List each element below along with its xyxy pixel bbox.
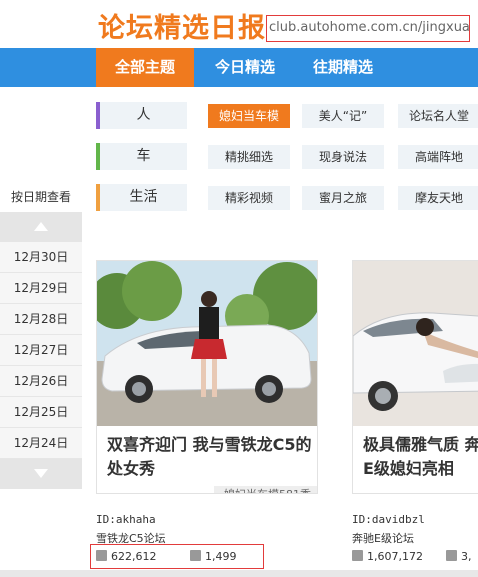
post-card[interactable]: 极具儒雅气质 奔驰E级媳妇亮相 <box>352 260 478 494</box>
date-scroll-down-button[interactable] <box>0 459 82 489</box>
forum-link[interactable]: 奔驰E级论坛 <box>352 530 414 546</box>
tag-honeymoon[interactable]: 蜜月之旅 <box>302 186 384 210</box>
category-life[interactable]: 生活 <box>100 184 187 211</box>
comment-icon <box>446 550 457 561</box>
category-car[interactable]: 车 <box>100 143 187 170</box>
date-item[interactable]: 12月28日 <box>0 304 82 335</box>
tag-wife-model[interactable]: 媳妇当车模 <box>208 104 290 128</box>
date-list: 12月30日 12月29日 12月28日 12月27日 12月26日 12月25… <box>0 242 82 459</box>
tab-today-picks[interactable]: 今日精选 <box>196 48 294 87</box>
author-id[interactable]: ID:akhaha <box>96 513 156 526</box>
date-item[interactable]: 12月24日 <box>0 428 82 459</box>
view-count: 1,607,172 <box>352 549 423 565</box>
post-title[interactable]: 双喜齐迎门 我与雪铁龙C5的处女秀 <box>107 433 317 481</box>
date-scroll-up-button[interactable] <box>0 212 82 242</box>
bottom-scrollbar[interactable] <box>0 570 478 577</box>
date-item[interactable]: 12月25日 <box>0 397 82 428</box>
post-title[interactable]: 极具儒雅气质 奔驰E级媳妇亮相 <box>363 433 478 481</box>
url-highlight: club.autohome.com.cn/jingxuan <box>266 15 470 42</box>
tag-videos[interactable]: 精彩视频 <box>208 186 290 210</box>
tag-moto[interactable]: 摩友天地 <box>398 186 478 210</box>
date-item[interactable]: 12月26日 <box>0 366 82 397</box>
tag-hall-of-fame[interactable]: 论坛名人堂 <box>398 104 478 128</box>
category-people[interactable]: 人 <box>100 102 187 129</box>
date-item[interactable]: 12月30日 <box>0 242 82 273</box>
author-id[interactable]: ID:davidbzl <box>352 513 425 526</box>
date-item[interactable]: 12月29日 <box>0 273 82 304</box>
post-card[interactable]: 双喜齐迎门 我与雪铁龙C5的处女秀 媳妇当车模581季 <box>96 260 318 494</box>
tab-past-picks[interactable]: 往期精选 <box>294 48 392 87</box>
date-item[interactable]: 12月27日 <box>0 335 82 366</box>
nav-bar: 全部主题 今日精选 往期精选 <box>0 48 478 87</box>
tag-beauty-notes[interactable]: 美人“记” <box>302 104 384 128</box>
post-image[interactable] <box>353 261 478 426</box>
tag-high-end[interactable]: 高端阵地 <box>398 145 478 169</box>
arrow-up-icon <box>34 222 48 231</box>
post-image[interactable] <box>97 261 317 426</box>
arrow-down-icon <box>34 469 48 478</box>
comment-count: 3, <box>446 549 472 565</box>
tag-testimonial[interactable]: 现身说法 <box>302 145 384 169</box>
post-column-tag[interactable]: 媳妇当车模581季 <box>214 486 317 493</box>
views-icon <box>352 550 363 561</box>
page-title: 论坛精选日报 <box>98 13 266 44</box>
tag-selected[interactable]: 精挑细选 <box>208 145 290 169</box>
tab-all-topics[interactable]: 全部主题 <box>96 48 194 87</box>
header: 论坛精选日报 club.autohome.com.cn/jingxuan <box>0 0 478 48</box>
stats-highlight-box <box>90 544 264 569</box>
date-sidebar-title: 按日期查看 <box>10 190 71 204</box>
